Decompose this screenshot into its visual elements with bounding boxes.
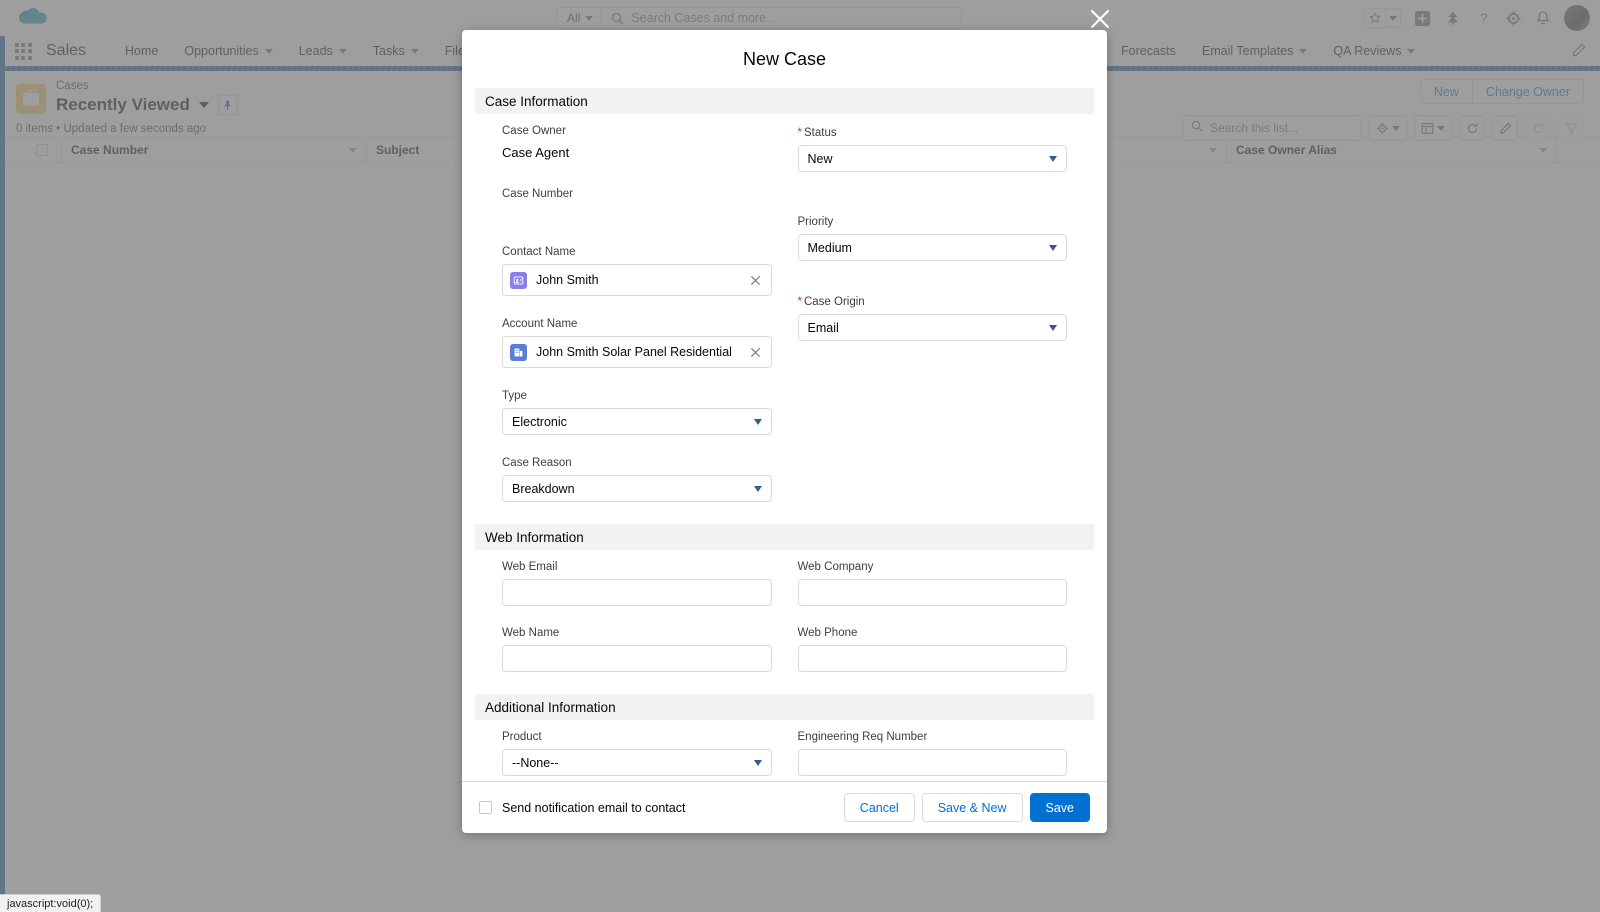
type-value: Electronic <box>512 415 567 429</box>
chevron-down-icon <box>754 760 762 766</box>
save-and-new-button[interactable]: Save & New <box>922 793 1023 822</box>
status-select[interactable]: New <box>798 145 1068 172</box>
field-label: Engineering Req Number <box>798 729 1068 746</box>
field-case-reason: Case Reason Breakdown <box>502 455 772 502</box>
new-case-modal: New Case Case Information Case Owner Cas… <box>462 30 1107 833</box>
case-information-right-column: *Status New Priority Medium <box>798 123 1068 512</box>
case-origin-value: Email <box>808 321 839 335</box>
field-label-text: Status <box>804 127 837 139</box>
product-value: --None-- <box>512 756 559 770</box>
chevron-down-icon <box>754 419 762 425</box>
field-label: Contact Name <box>502 244 772 261</box>
section-header-additional-information: Additional Information <box>475 694 1094 720</box>
case-information-fields: Case Owner Case Agent Case Number Contac… <box>462 114 1107 512</box>
priority-value: Medium <box>808 241 852 255</box>
section-title: Additional Information <box>485 700 616 715</box>
footer-buttons: Cancel Save & New Save <box>844 793 1090 822</box>
field-label: Web Email <box>502 559 772 576</box>
field-label: *Status <box>798 125 1068 142</box>
chevron-down-icon <box>754 486 762 492</box>
field-product: Product --None-- <box>502 729 772 776</box>
modal-header: New Case <box>462 30 1107 88</box>
chevron-down-icon <box>1049 156 1057 162</box>
field-case-origin: *Case Origin Email <box>798 294 1068 341</box>
case-reason-value: Breakdown <box>512 482 575 496</box>
browser-status-bar: javascript:void(0); <box>0 894 101 912</box>
save-button[interactable]: Save <box>1030 793 1091 822</box>
modal-footer: Send notification email to contact Cance… <box>462 781 1107 833</box>
field-account-name: Account Name John Smith Solar Panel Resi… <box>502 316 772 368</box>
field-label: Case Owner <box>502 123 772 140</box>
modal-scroll-region[interactable]: Case Information Case Owner Case Agent C… <box>462 88 1107 781</box>
web-phone-input[interactable] <box>798 645 1068 672</box>
section-title: Web Information <box>485 530 584 545</box>
status-bar-text: javascript:void(0); <box>7 898 93 910</box>
web-information-fields: Web Email Web Name Web Company <box>462 550 1107 682</box>
field-value <box>502 206 772 226</box>
field-label: Web Company <box>798 559 1068 576</box>
field-case-owner: Case Owner Case Agent <box>502 123 772 163</box>
app-root: All <box>0 0 1600 912</box>
field-label: Web Phone <box>798 625 1068 642</box>
section-header-web-information: Web Information <box>475 524 1094 550</box>
additional-information-fields: Product --None-- Potential Liability --N… <box>462 720 1107 781</box>
type-select[interactable]: Electronic <box>502 408 772 435</box>
field-label-text: Case Origin <box>804 296 865 308</box>
clear-contact-icon[interactable] <box>749 273 763 287</box>
field-label: Web Name <box>502 625 772 642</box>
field-label: *Case Origin <box>798 294 1068 311</box>
send-notification-label: Send notification email to contact <box>502 801 685 815</box>
section-header-case-information: Case Information <box>475 88 1094 114</box>
account-name-value: John Smith Solar Panel Residential <box>536 345 740 359</box>
field-type: Type Electronic <box>502 388 772 435</box>
product-select[interactable]: --None-- <box>502 749 772 776</box>
field-priority: Priority Medium <box>798 214 1068 261</box>
contact-name-value: John Smith <box>536 273 740 287</box>
modal-title: New Case <box>743 49 826 70</box>
field-value: Case Agent <box>502 143 772 163</box>
account-name-lookup[interactable]: John Smith Solar Panel Residential <box>502 336 772 368</box>
case-origin-select[interactable]: Email <box>798 314 1068 341</box>
field-case-number: Case Number <box>502 186 772 226</box>
account-icon <box>510 344 527 361</box>
field-label: Product <box>502 729 772 746</box>
chevron-down-icon <box>1049 245 1057 251</box>
status-value: New <box>808 152 833 166</box>
field-label: Case Number <box>502 186 772 203</box>
field-web-company: Web Company <box>798 559 1068 606</box>
contact-icon <box>510 272 527 289</box>
additional-information-left-column: Product --None-- Potential Liability --N… <box>502 729 772 781</box>
contact-name-lookup[interactable]: John Smith <box>502 264 772 296</box>
web-company-input[interactable] <box>798 579 1068 606</box>
field-web-email: Web Email <box>502 559 772 606</box>
case-information-left-column: Case Owner Case Agent Case Number Contac… <box>502 123 772 512</box>
required-indicator: * <box>798 296 802 308</box>
close-icon[interactable] <box>1088 7 1112 31</box>
case-reason-select[interactable]: Breakdown <box>502 475 772 502</box>
field-label: Priority <box>798 214 1068 231</box>
web-information-right-column: Web Company Web Phone <box>798 559 1068 682</box>
section-title: Case Information <box>485 94 588 109</box>
chevron-down-icon <box>1049 325 1057 331</box>
web-information-left-column: Web Email Web Name <box>502 559 772 682</box>
field-label: Case Reason <box>502 455 772 472</box>
clear-account-icon[interactable] <box>749 345 763 359</box>
field-label: Type <box>502 388 772 405</box>
field-contact-name: Contact Name John Smith <box>502 244 772 296</box>
priority-select[interactable]: Medium <box>798 234 1068 261</box>
cancel-button[interactable]: Cancel <box>844 793 915 822</box>
field-engineering-req-number: Engineering Req Number <box>798 729 1068 776</box>
required-indicator: * <box>798 127 802 139</box>
web-name-input[interactable] <box>502 645 772 672</box>
field-label: Account Name <box>502 316 772 333</box>
field-web-name: Web Name <box>502 625 772 672</box>
field-web-phone: Web Phone <box>798 625 1068 672</box>
additional-information-right-column: Engineering Req Number SLA Violation --N… <box>798 729 1068 781</box>
modal-body: Case Information Case Owner Case Agent C… <box>462 88 1107 781</box>
send-notification-checkbox[interactable]: Send notification email to contact <box>479 801 685 815</box>
checkbox-box[interactable] <box>479 801 492 814</box>
field-status: *Status New <box>798 125 1068 172</box>
web-email-input[interactable] <box>502 579 772 606</box>
engineering-req-number-input[interactable] <box>798 749 1068 776</box>
